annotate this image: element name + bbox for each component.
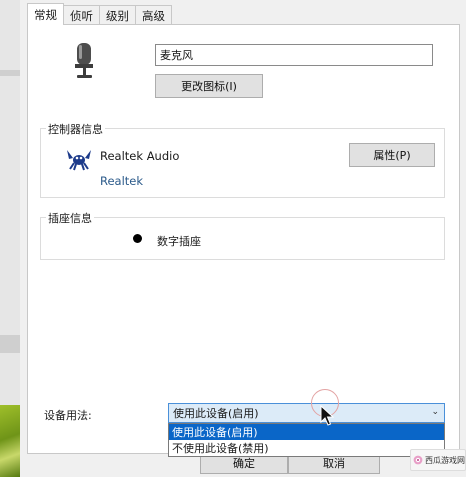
chevron-down-icon[interactable]: ⌄	[431, 407, 439, 417]
microphone-properties-dialog: 常规 侦听 级别 高级 更改图标(I) 控制器信息 Realtek Audio …	[20, 0, 466, 477]
jack-info-title: 插座信息	[46, 210, 94, 226]
jack-info-group: 插座信息	[40, 210, 445, 260]
controller-vendor: Realtek	[100, 174, 144, 188]
tab-levels[interactable]: 级别	[99, 5, 136, 25]
jack-dot-icon	[133, 234, 142, 243]
usage-option-enable[interactable]: 使用此设备(启用)	[169, 424, 444, 440]
mouse-cursor-icon	[320, 405, 334, 426]
tab-listen[interactable]: 侦听	[63, 5, 100, 25]
watermark-text: 西瓜游戏网	[425, 455, 465, 465]
controller-name: Realtek Audio	[100, 149, 180, 163]
site-watermark: 西瓜游戏网	[410, 449, 466, 471]
microphone-icon	[75, 43, 93, 78]
device-usage-dropdown: 使用此设备(启用) 不使用此设备(禁用)	[168, 423, 445, 457]
usage-option-disable[interactable]: 不使用此设备(禁用)	[169, 440, 444, 456]
device-usage-selected: 使用此设备(启用)	[173, 407, 259, 420]
jack-label: 数字插座	[157, 235, 201, 248]
controller-info-title: 控制器信息	[46, 121, 105, 137]
background-stripe	[0, 70, 20, 76]
device-usage-label: 设备用法:	[44, 409, 92, 422]
background-stripe	[0, 335, 20, 353]
watermark-logo-icon	[413, 455, 423, 465]
background-wallpaper	[0, 405, 20, 477]
tab-general[interactable]: 常规	[27, 3, 64, 25]
device-usage-select[interactable]: 使用此设备(启用) ⌄	[168, 403, 445, 423]
realtek-crab-icon	[67, 150, 91, 171]
properties-button[interactable]: 属性(P)	[349, 143, 435, 167]
device-name-field[interactable]	[155, 44, 433, 66]
tab-advanced[interactable]: 高级	[135, 5, 172, 25]
change-icon-button[interactable]: 更改图标(I)	[155, 74, 263, 98]
tab-bar: 常规 侦听 级别 高级	[27, 3, 172, 25]
